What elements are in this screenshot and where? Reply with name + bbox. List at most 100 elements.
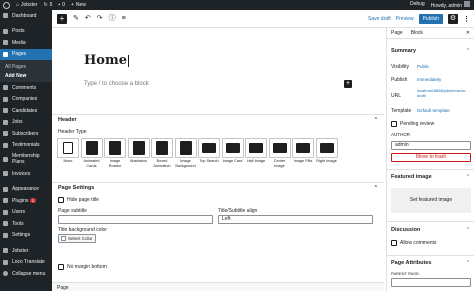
header-type-right-image[interactable]: Right Image xyxy=(315,138,338,168)
sidebar-item-loco-translate[interactable]: Loco Translate xyxy=(0,257,52,269)
header-type-image-background[interactable]: Image Background xyxy=(174,138,197,168)
block-inserter-button[interactable]: + xyxy=(57,13,67,24)
sidebar-item-membership-plans[interactable]: Membership Plans xyxy=(0,151,52,168)
allow-comments-checkbox[interactable]: Allow comments xyxy=(391,240,436,246)
header-type-image-card[interactable]: Image Card xyxy=(221,138,244,168)
chevron-up-icon: ⌃ xyxy=(373,185,378,191)
settings-sidebar: Page Block ✕ Summary ⌃ Visibility Public… xyxy=(386,28,474,291)
summary-panel-title[interactable]: Summary xyxy=(391,48,416,54)
chevron-up-icon: ⌃ xyxy=(465,227,470,233)
sidebar-subitem-add-new[interactable]: Add New xyxy=(0,71,52,80)
header-type-label: Header Type xyxy=(58,129,87,135)
undo-icon[interactable]: ↶ xyxy=(85,14,91,24)
page-title[interactable]: Home xyxy=(84,53,129,68)
chevron-up-icon: ⌃ xyxy=(465,174,470,180)
header-metabox-toggle[interactable]: Header ⌃ xyxy=(52,115,384,125)
page-subtitle-input[interactable] xyxy=(58,215,213,224)
tile-label: Boxed Animation xyxy=(153,159,171,168)
tile-thumbnail xyxy=(315,138,338,158)
sidebar-item-candidates[interactable]: Candidates xyxy=(0,105,52,117)
page-settings-metabox-toggle[interactable]: Page Settings ⌃ xyxy=(52,183,384,193)
checkbox-box xyxy=(391,240,397,246)
sidebar-item-plugins[interactable]: Plugins 1 xyxy=(0,195,52,207)
header-type-half-image[interactable]: Half Image xyxy=(245,138,267,168)
sidebar-subitem-all-pages[interactable]: All Pages xyxy=(0,62,52,71)
sidebar-item-pages[interactable]: Pages xyxy=(0,48,52,60)
sidebar-item-jobster[interactable]: Jobster xyxy=(0,245,52,257)
checkbox-label: No margin bottom xyxy=(67,264,107,270)
redo-icon[interactable]: ↷ xyxy=(97,14,103,24)
sidebar-item-settings[interactable]: Settings xyxy=(0,230,52,242)
author-select[interactable]: admin xyxy=(391,141,471,150)
sidebar-item-comments[interactable]: Comments xyxy=(0,82,52,94)
header-type-top-search[interactable]: Top Search xyxy=(198,138,220,168)
publish-button[interactable]: Publish xyxy=(418,13,443,24)
sidebar-item-subscribers[interactable]: Subscribers xyxy=(0,128,52,140)
parent-page-select[interactable] xyxy=(391,278,471,287)
wordpress-logo-icon[interactable] xyxy=(3,1,10,9)
tile-thumbnail xyxy=(198,138,220,158)
hide-page-title-checkbox[interactable]: Hide page title xyxy=(58,197,99,203)
sidebar-item-collapse-menu[interactable]: Collapse menu xyxy=(0,268,52,280)
plugins-icon xyxy=(3,198,8,204)
account-link[interactable]: Howdy, admin xyxy=(431,1,470,9)
new-content-link[interactable]: + New xyxy=(71,2,86,8)
howdy-text: Howdy, admin xyxy=(430,3,462,9)
add-block-button[interactable]: + xyxy=(344,80,352,88)
sidebar-item-jobs[interactable]: Jobs xyxy=(0,117,52,129)
sidebar-item-invoices[interactable]: Invoices xyxy=(0,168,52,180)
subscribers-icon xyxy=(3,131,8,137)
settings-gear-icon[interactable]: ⚙ xyxy=(448,13,458,24)
pencil-icon[interactable]: ✎ xyxy=(73,14,79,24)
no-margin-bottom-checkbox[interactable]: No margin bottom xyxy=(58,264,107,270)
header-type-illustration[interactable]: Illustration xyxy=(127,138,150,168)
debug-link[interactable]: Debug xyxy=(410,1,425,9)
header-type-center-image[interactable]: Center Image xyxy=(268,138,291,168)
move-to-trash-button[interactable]: Move to trash xyxy=(391,153,471,162)
url-value[interactable]: localhost:8888/jobster/auto-draft/ xyxy=(417,88,469,98)
sidebar-item-tools[interactable]: Tools xyxy=(0,218,52,230)
list-view-icon[interactable]: ≡ xyxy=(122,14,126,24)
header-metabox: Header ⌃ xyxy=(52,114,384,125)
sidebar-item-posts[interactable]: Posts xyxy=(0,26,52,38)
page-layout-icon xyxy=(249,143,263,153)
info-icon[interactable]: ⓘ xyxy=(109,14,116,24)
sidebar-item-testimonials[interactable]: Testimonials xyxy=(0,140,52,152)
preview-button[interactable]: Preview xyxy=(396,16,414,22)
select-color-button[interactable]: Select Color xyxy=(58,234,96,243)
site-name-link[interactable]: ⌂ Jobster xyxy=(16,2,37,8)
pending-review-checkbox[interactable]: Pending review xyxy=(391,121,434,127)
discussion-panel-title[interactable]: Discussion xyxy=(391,227,420,233)
translate-icon xyxy=(3,259,8,265)
breadcrumb-page[interactable]: Page xyxy=(57,285,69,291)
sidebar-item-label: Candidates xyxy=(12,107,38,114)
tab-page[interactable]: Page xyxy=(391,30,403,36)
sidebar-item-companies[interactable]: Companies xyxy=(0,94,52,106)
header-metabox-title: Header xyxy=(58,117,77,123)
sidebar-item-media[interactable]: Media xyxy=(0,37,52,49)
sidebar-item-appearance[interactable]: Appearance xyxy=(0,184,52,196)
set-featured-image-button[interactable]: Set featured image xyxy=(391,188,471,213)
header-type-none[interactable]: None xyxy=(57,138,79,168)
sidebar-item-users[interactable]: Users xyxy=(0,207,52,219)
header-type-image-pills[interactable]: Image Pills xyxy=(292,138,314,168)
header-type-boxed-animation[interactable]: Boxed Animation xyxy=(151,138,173,168)
block-placeholder[interactable]: Type / to choose a block xyxy=(84,81,149,87)
sidebar-item-dashboard[interactable]: Dashboard xyxy=(0,10,52,22)
page-attributes-panel-title[interactable]: Page Attributes xyxy=(391,260,431,266)
tab-block[interactable]: Block xyxy=(411,30,423,36)
more-options-icon[interactable]: ⋮ xyxy=(463,15,470,23)
visibility-value[interactable]: Public xyxy=(417,64,429,70)
updates-link[interactable]: ↻ 5 xyxy=(43,2,52,8)
title-align-select[interactable]: Left xyxy=(218,215,373,224)
template-value[interactable]: Default template xyxy=(417,108,450,114)
featured-image-panel-title[interactable]: Featured image xyxy=(391,174,432,180)
tile-thumbnail xyxy=(57,138,79,158)
save-draft-button[interactable]: Save draft xyxy=(368,16,391,22)
close-icon[interactable]: ✕ xyxy=(466,30,470,36)
comments-link[interactable]: ▪ 0 xyxy=(58,2,65,8)
header-type-image-rotator[interactable]: Image Rotator xyxy=(104,138,126,168)
tile-label: Image Background xyxy=(175,159,196,168)
header-type-animated-cards[interactable]: Animated Cards xyxy=(80,138,103,168)
publish-date-value[interactable]: Immediately xyxy=(417,77,441,83)
